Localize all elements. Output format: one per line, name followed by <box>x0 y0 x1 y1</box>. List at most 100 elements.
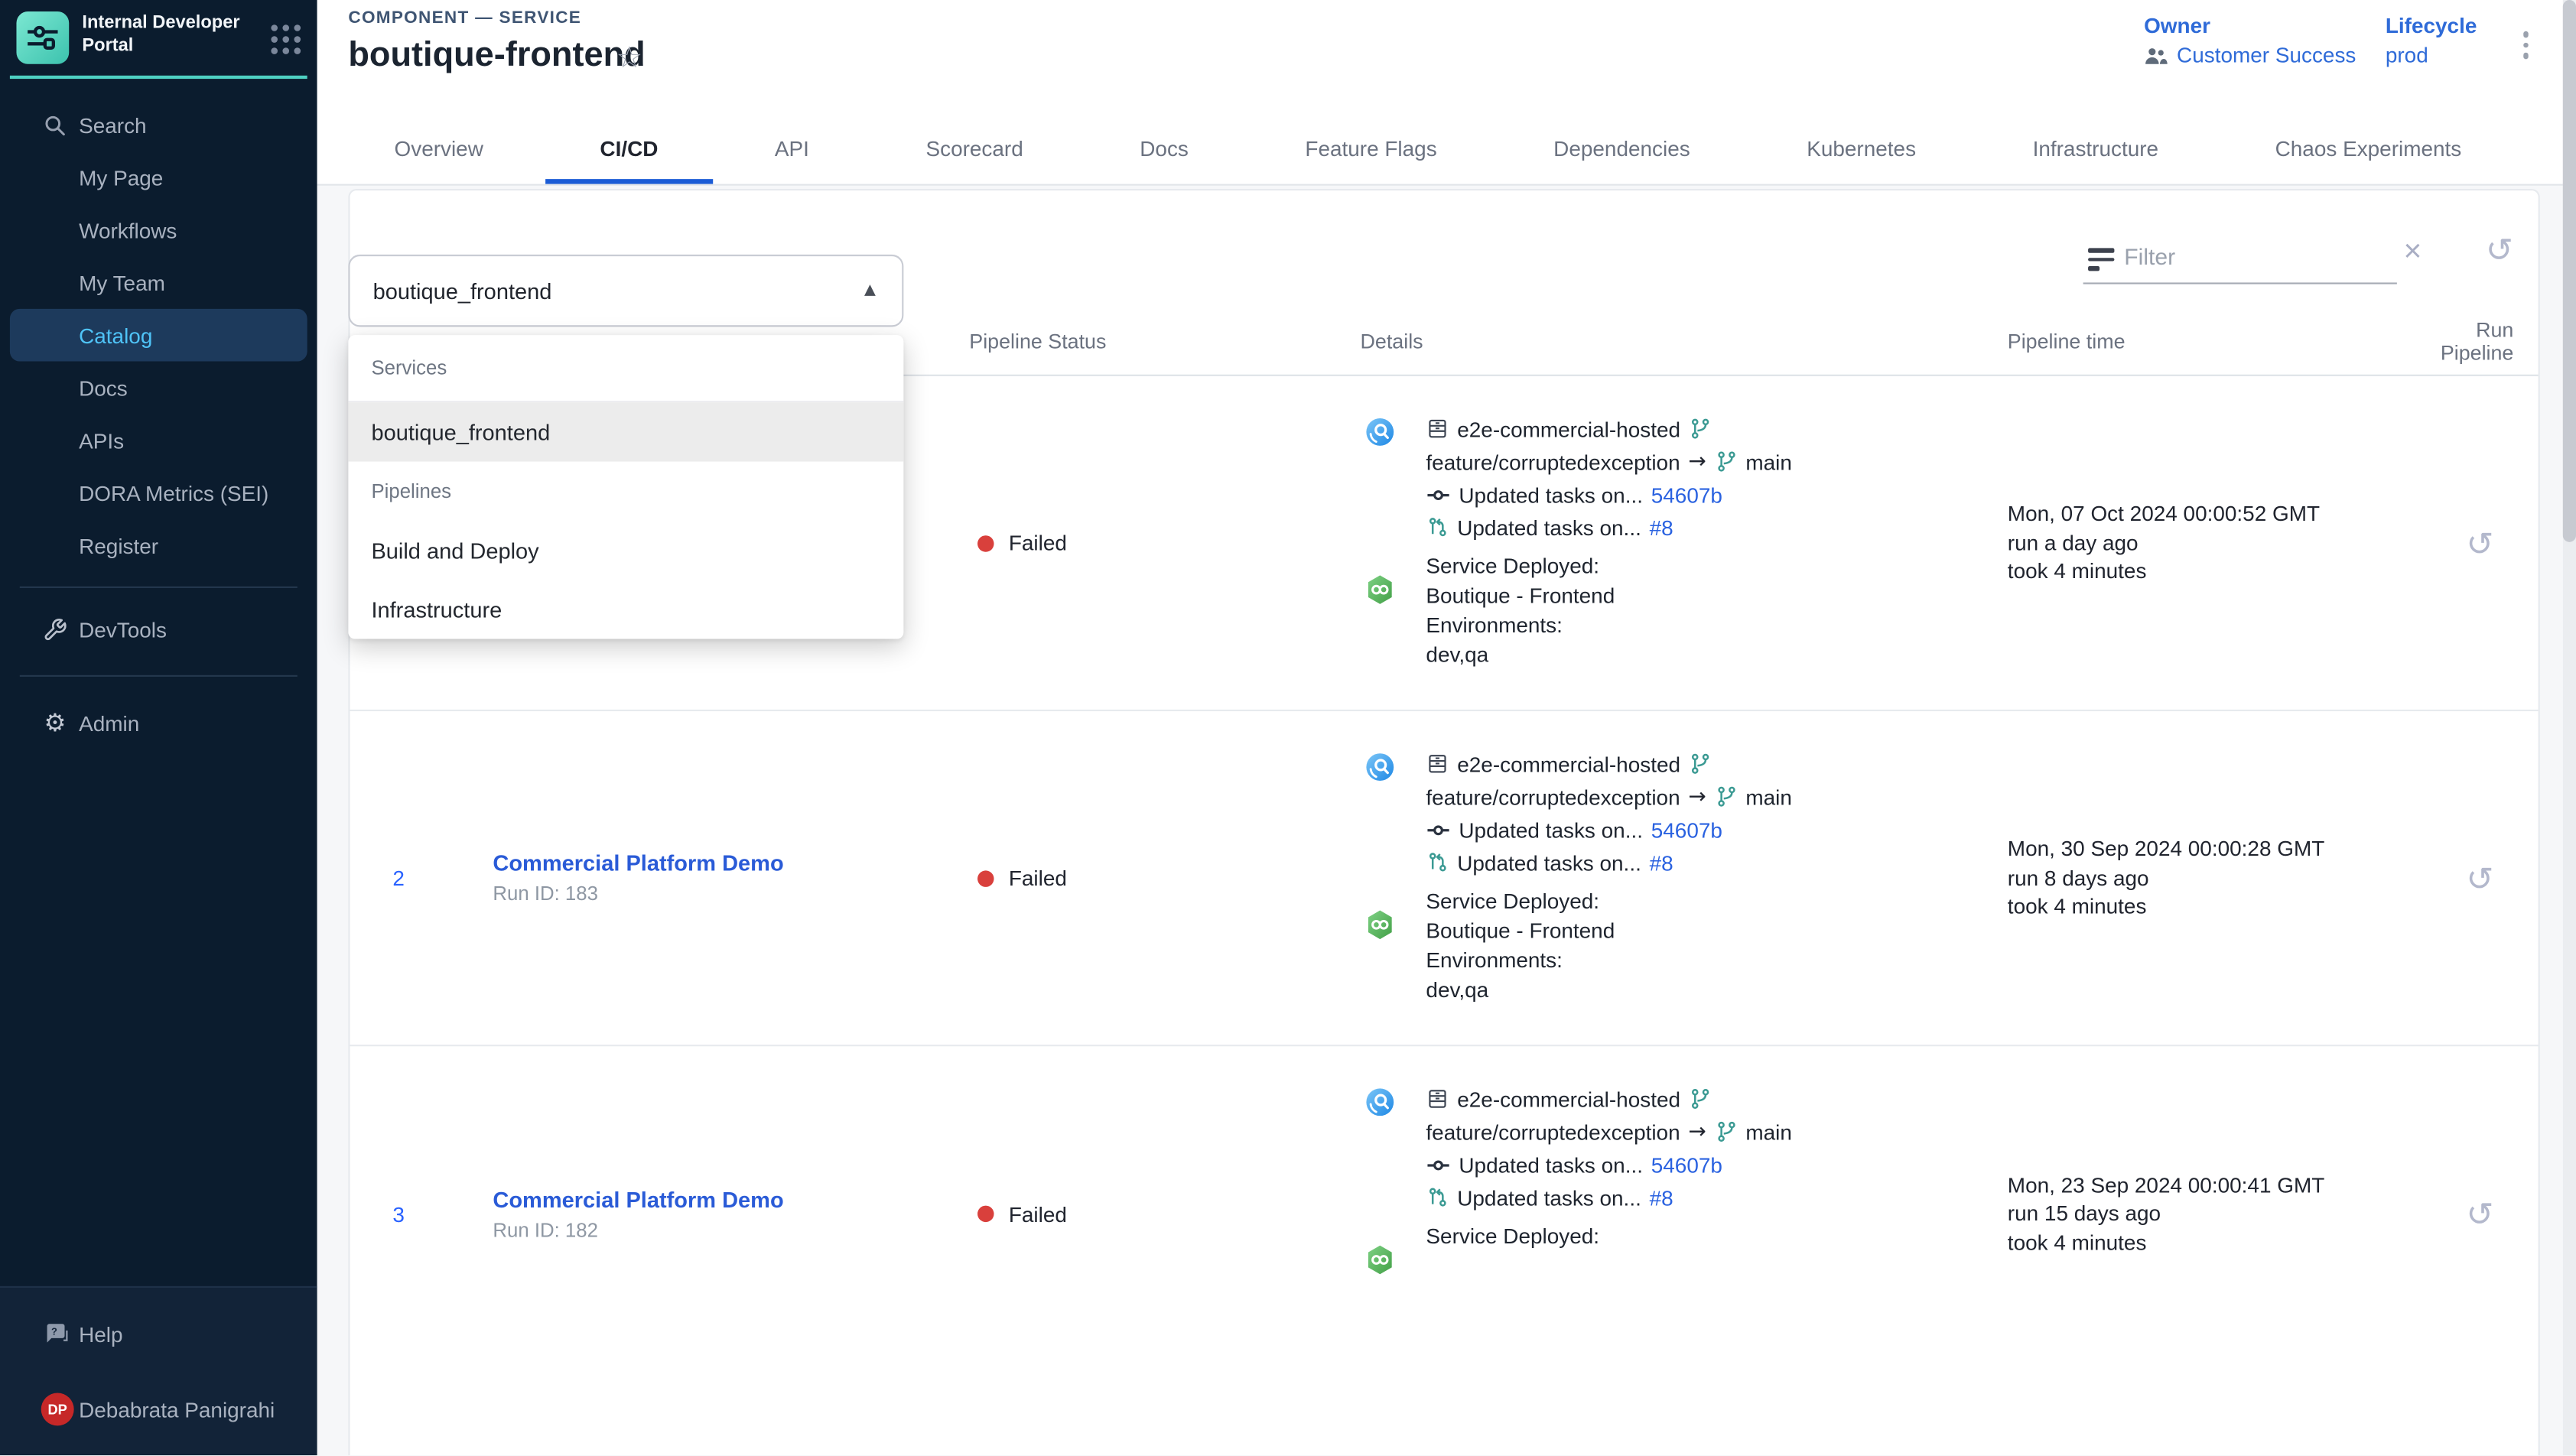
rerun-pipeline-icon[interactable]: ↺ <box>2466 858 2493 898</box>
run-duration: took 4 minutes <box>2008 557 2418 587</box>
git-branch-icon <box>1689 418 1712 440</box>
git-branch-icon <box>1689 1087 1712 1110</box>
tab-dependencies[interactable]: Dependencies <box>1542 136 1702 184</box>
filter-icon[interactable] <box>2088 248 2114 275</box>
owner-link[interactable]: Customer Success <box>2144 43 2356 67</box>
sidebar-item-my-page[interactable]: My Page <box>0 151 317 204</box>
tab-scorecard[interactable]: Scorecard <box>914 136 1034 184</box>
sidebar-item-my-team[interactable]: My Team <box>0 256 317 309</box>
dropdown-option-boutique-frontend[interactable]: boutique_frontend <box>348 402 903 461</box>
rerun-pipeline-icon[interactable]: ↺ <box>2466 1194 2493 1234</box>
sidebar-item-admin[interactable]: ⚙ Admin <box>0 697 317 749</box>
dropdown-option-infrastructure[interactable]: Infrastructure <box>348 580 903 639</box>
commit-link[interactable]: 54607b <box>1651 1152 1722 1177</box>
pr-link[interactable]: #8 <box>1650 1185 1673 1210</box>
repo-icon <box>1426 418 1449 440</box>
pull-request-icon <box>1426 1186 1449 1209</box>
source-branch: feature/corruptedexception <box>1426 785 1680 809</box>
sidebar-divider <box>20 587 298 588</box>
ci-stage-icon <box>1364 1086 1397 1119</box>
arrow-right-icon: → <box>1688 785 1706 809</box>
search-icon <box>41 111 70 139</box>
filter-input[interactable] <box>2124 233 2397 279</box>
run-date: Mon, 30 Sep 2024 00:00:28 GMT <box>2008 835 2418 864</box>
help-button[interactable]: ? Help <box>0 1308 317 1360</box>
deploy-info-line <box>1426 1279 1599 1309</box>
status-text: Failed <box>1009 1201 1067 1226</box>
tab-feature-flags[interactable]: Feature Flags <box>1293 136 1448 184</box>
commit-link[interactable]: 54607b <box>1651 482 1722 506</box>
deploy-info-line: Environments: <box>1426 944 1615 974</box>
details-cell: e2e-commercial-hostedfeature/corruptedex… <box>1361 1046 2008 1381</box>
pipeline-link[interactable]: Commercial Platform Demo <box>493 1187 969 1211</box>
people-icon <box>2144 45 2168 65</box>
tab-overview[interactable]: Overview <box>382 136 494 184</box>
git-branch-icon <box>1715 450 1738 473</box>
deploy-info-line: Service Deployed: <box>1426 551 1615 580</box>
pipeline-status-cell: Failed <box>969 376 1360 710</box>
tab-infrastructure[interactable]: Infrastructure <box>2021 136 2171 184</box>
run-ago: run 8 days ago <box>2008 863 2418 892</box>
source-branch: feature/corruptedexception <box>1426 449 1680 473</box>
sidebar-item-register[interactable]: Register <box>0 519 317 572</box>
page-title: boutique-frontend <box>348 36 645 76</box>
dropdown-group-services: Services <box>348 335 903 402</box>
tab-kubernetes[interactable]: Kubernetes <box>1795 136 1927 184</box>
pipeline-link[interactable]: Commercial Platform Demo <box>493 851 969 876</box>
sidebar-item-dora-metrics[interactable]: DORA Metrics (SEI) <box>0 466 317 519</box>
sidebar-item-search[interactable]: Search <box>0 99 317 151</box>
user-menu[interactable]: DP Debabrata Panigrahi <box>0 1383 317 1436</box>
gear-icon: ⚙ <box>41 709 70 737</box>
run-duration: took 4 minutes <box>2008 892 2418 921</box>
git-branch-icon <box>1689 752 1712 775</box>
run-id: Run ID: 182 <box>493 1218 969 1241</box>
sidebar-item-workflows[interactable]: Workflows <box>0 203 317 256</box>
status-text: Failed <box>1009 866 1067 890</box>
more-options-icon[interactable] <box>2518 26 2533 63</box>
commit-link[interactable]: 54607b <box>1651 817 1722 842</box>
scrollbar-thumb[interactable] <box>2563 0 2576 542</box>
dropdown-option-build-and-deploy[interactable]: Build and Deploy <box>348 521 903 580</box>
tab-api[interactable]: API <box>763 136 821 184</box>
deploy-info-line <box>1426 1309 1599 1339</box>
sidebar-item-apis[interactable]: APIs <box>0 414 317 466</box>
tab-chaos-experiments[interactable]: Chaos Experiments <box>2264 136 2474 184</box>
dropdown-group-pipelines: Pipelines <box>348 462 903 521</box>
details-cell: e2e-commercial-hostedfeature/corruptedex… <box>1361 711 2008 1045</box>
pr-message: Updated tasks on... <box>1457 515 1641 539</box>
sidebar-item-catalog[interactable]: Catalog <box>10 309 307 362</box>
tab-docs[interactable]: Docs <box>1128 136 1200 184</box>
run-pipeline-cell: ↺ <box>2418 711 2542 1045</box>
sidebar-divider <box>20 675 298 677</box>
clear-filter-icon[interactable]: × <box>2403 233 2422 273</box>
commit-icon <box>1426 1152 1450 1177</box>
pipeline-time-cell: Mon, 30 Sep 2024 00:00:28 GMTrun 8 days … <box>2008 711 2418 1045</box>
sidebar-item-docs[interactable]: Docs <box>0 362 317 414</box>
app-title: Internal Developer Portal <box>82 13 246 57</box>
lifecycle-meta: Lifecycle prod <box>2386 13 2477 67</box>
deploy-info-line: dev,qa <box>1426 974 1615 1004</box>
rerun-pipeline-icon[interactable]: ↺ <box>2466 523 2493 563</box>
arrow-right-icon: → <box>1688 449 1706 473</box>
entity-header: COMPONENT — SERVICE boutique-frontend ☆ … <box>317 0 2576 186</box>
commit-icon <box>1426 817 1450 842</box>
ci-stage-icon <box>1364 751 1397 784</box>
deploy-info-line: Service Deployed: <box>1426 1220 1599 1250</box>
tab-cicd[interactable]: CI/CD <box>588 136 669 184</box>
svg-text:?: ? <box>50 1326 57 1337</box>
run-ago: run 15 days ago <box>2008 1200 2418 1229</box>
pr-link[interactable]: #8 <box>1650 515 1673 539</box>
favorite-star-icon[interactable]: ☆ <box>616 41 642 76</box>
sidebar-item-devtools[interactable]: DevTools <box>0 603 317 655</box>
app-switcher-icon[interactable] <box>271 24 301 54</box>
pipeline-name-cell: Commercial Platform Demo Run ID: 182 <box>493 1046 969 1381</box>
service-pipeline-select[interactable]: boutique_frontend ▲ <box>348 255 903 327</box>
repo-name: e2e-commercial-hosted <box>1457 417 1680 441</box>
sidebar-header: Internal Developer Portal <box>10 0 307 79</box>
sidebar-nav: Search My Page Workflows My Team Catalog… <box>0 79 317 749</box>
pr-link[interactable]: #8 <box>1650 850 1673 875</box>
refresh-icon[interactable]: ↺ <box>2486 230 2513 270</box>
run-id: Run ID: 183 <box>493 882 969 905</box>
repo-icon <box>1426 752 1449 775</box>
sidebar-footer: ? Help DP Debabrata Panigrahi <box>0 1286 317 1455</box>
